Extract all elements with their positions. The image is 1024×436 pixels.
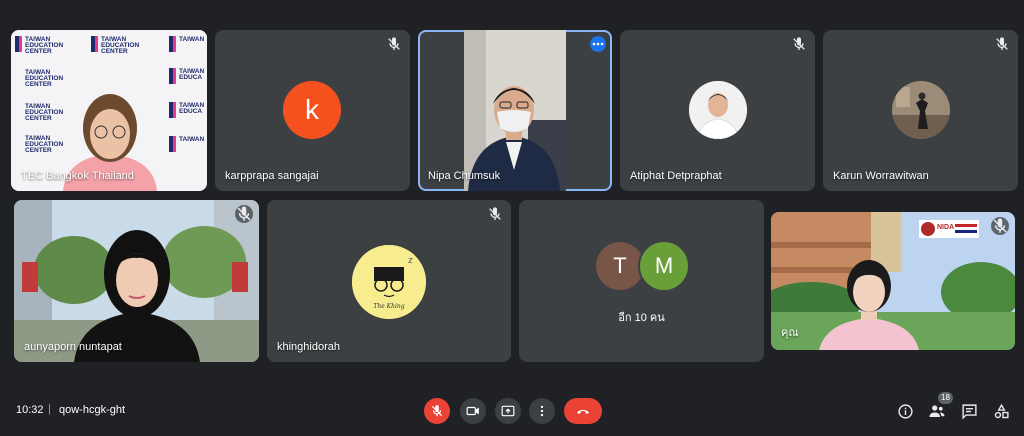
more-options-button[interactable] [590,36,606,52]
participant-name: Nipa Chumsuk [428,170,501,182]
participant-name: karpprapa sangajai [225,170,319,182]
camera-toggle-button[interactable] [460,398,486,424]
mic-off-icon [489,207,501,220]
tile-atiphat[interactable]: Atiphat Detpraphat [620,30,815,191]
meeting-code: qow-hcgk-ght [59,404,126,416]
svg-text:CENTER: CENTER [25,48,52,55]
mic-off-indicator [991,217,1009,235]
avatar [892,81,950,139]
avatar [689,81,747,139]
camera-icon [466,406,479,416]
self-video [771,212,1015,350]
svg-text:TAIWAN: TAIWAN [179,136,204,143]
aunyaporn-video [14,200,259,362]
svg-text:EDUCA: EDUCA [179,74,202,81]
people-button[interactable] [927,401,947,421]
tile-khinghidorah[interactable]: z The Khing khinghidorah [267,200,511,362]
svg-text:z: z [408,256,413,266]
participant-name: คุณ [781,327,799,339]
activities-button[interactable] [991,401,1011,421]
mic-off-icon [237,206,251,221]
avatar: z The Khing [352,245,426,319]
avatar-photo [892,81,950,139]
avatar-m: M [638,240,690,292]
more-options-button[interactable] [529,398,555,424]
avatar-t: T [596,242,644,290]
present-button[interactable] [495,398,521,424]
mic-off-icon [996,37,1008,50]
meeting-details-button[interactable] [895,401,915,421]
svg-text:CENTER: CENTER [25,147,52,154]
participant-name: Karun Worrawitwan [833,170,929,182]
mic-off-icon [431,405,443,417]
avatar-photo [689,81,747,139]
tile-karpprapa[interactable]: k karpprapa sangajai [215,30,410,191]
activities-icon [994,403,1009,418]
more-horiz-icon [592,42,604,46]
mic-off-icon [793,37,805,50]
participant-name: Atiphat Detpraphat [630,170,722,182]
tile-others[interactable]: T M อีก 10 คน [519,200,764,362]
svg-text:CENTER: CENTER [25,81,52,88]
avatar: k [283,81,341,139]
others-count-label: อีก 10 คน [618,312,665,324]
info-icon [897,403,913,419]
leave-call-button[interactable] [564,398,602,424]
meeting-separator: | [48,403,51,415]
chat-button[interactable] [959,401,979,421]
tile-tec-bangkok[interactable]: TAIWAN EDUCATION CENTER TAIWAN EDUCATION CEN… [11,30,207,191]
tile-self[interactable]: NIDA คุณ [771,212,1015,350]
mic-off-indicator [235,205,253,223]
hangup-icon [577,409,589,414]
svg-text:EDUCA: EDUCA [179,108,202,115]
svg-text:CENTER: CENTER [101,48,128,55]
avatar-initial: T [613,253,627,278]
present-icon [501,405,515,417]
tile-aunyaporn[interactable]: aunyaporn nuntapat [14,200,259,362]
meeting-time: 10:32 [16,404,44,416]
mic-off-icon [388,37,400,50]
tile-karun[interactable]: Karun Worrawitwan [823,30,1018,191]
participant-name: TEC Bangkok Thailand [21,170,134,182]
more-vert-icon [540,405,544,417]
tec-video: TAIWANEDUCATIONCENTER TAIWANEDUCATIONCEN… [11,30,207,191]
mic-off-icon [993,218,1007,233]
nipa-video [464,30,566,191]
participant-name: aunyaporn nuntapat [24,341,122,353]
avatar-initial: k [305,94,319,125]
sign-text: NIDA [937,224,955,231]
participants-count-badge: 18 [938,392,953,404]
svg-text:CENTER: CENTER [25,115,52,122]
svg-text:TAIWAN: TAIWAN [179,36,204,43]
avatar-initial: M [654,253,674,278]
people-icon [929,405,945,417]
avatar-caption: The Khing [373,303,405,310]
tile-nipa[interactable]: Nipa Chumsuk [418,30,612,191]
participant-name: khinghidorah [277,341,340,353]
chat-icon [961,403,977,420]
mic-toggle-button[interactable] [424,398,450,424]
